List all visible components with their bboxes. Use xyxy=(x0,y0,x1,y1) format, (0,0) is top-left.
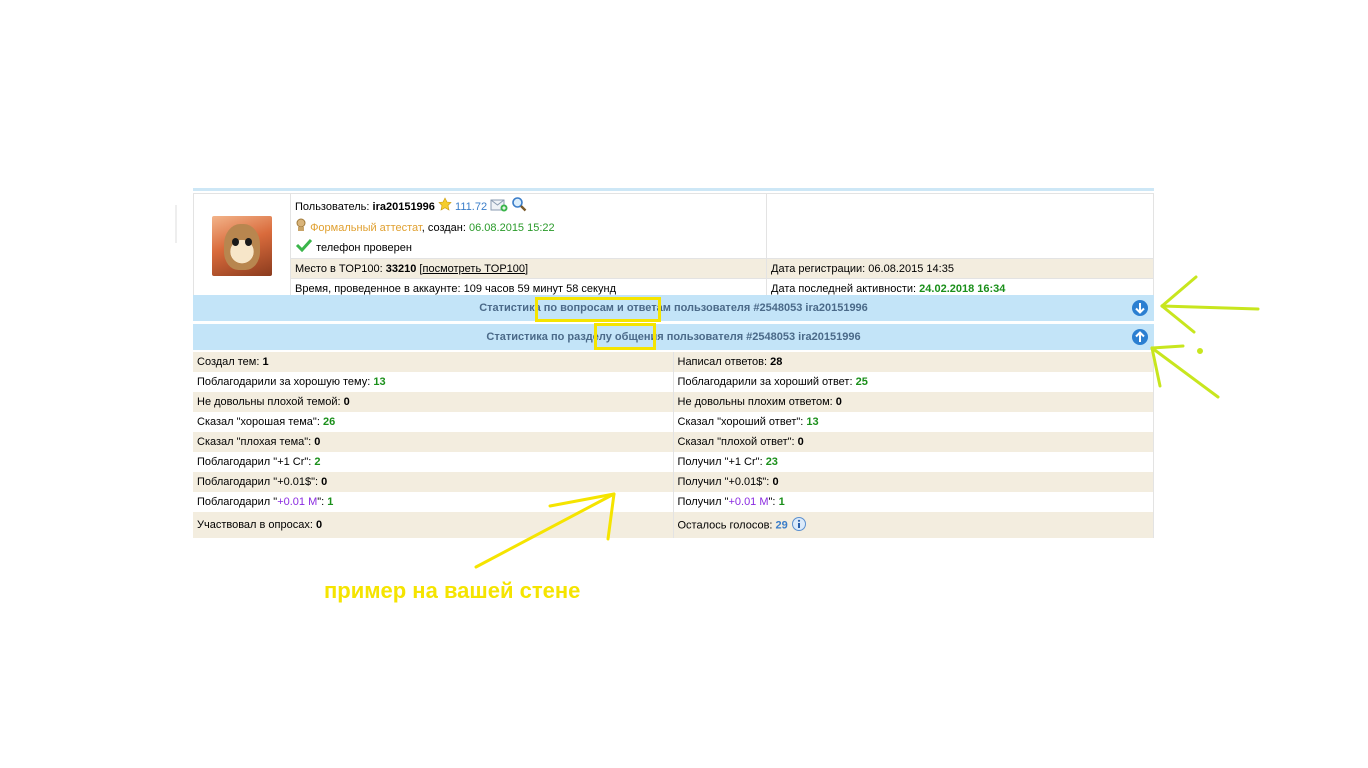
annotation-arrows xyxy=(175,205,1260,569)
annotation-caption: пример на вашей стене xyxy=(324,578,581,603)
